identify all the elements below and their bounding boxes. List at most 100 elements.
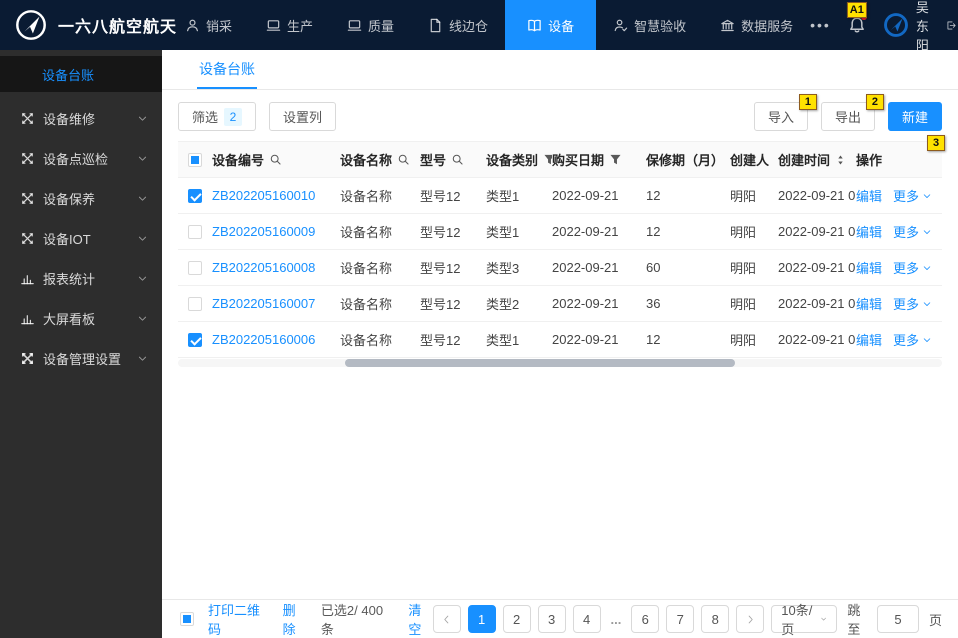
more-menu-icon[interactable]: •••: [810, 17, 831, 33]
set-columns-button[interactable]: 设置列: [269, 102, 337, 131]
sidebar-item-device-ledger[interactable]: 设备台账: [0, 56, 162, 92]
row-checkbox[interactable]: [178, 332, 212, 347]
edit-link[interactable]: 编辑: [856, 186, 882, 205]
user-menu[interactable]: 吴东阳: [883, 0, 929, 54]
nav-item-smart-acceptance[interactable]: 智慧验收: [596, 0, 703, 50]
export-button[interactable]: 导出 2: [820, 94, 884, 131]
device-no-link[interactable]: ZB202205160007: [212, 296, 315, 311]
nav-item-line-warehouse[interactable]: 线边仓: [411, 0, 505, 50]
logout-button[interactable]: 退出: [946, 6, 958, 44]
sidebar-item-dashboard[interactable]: 大屏看板: [0, 298, 162, 338]
filter-icon[interactable]: [543, 153, 552, 166]
category-cell: 类型2: [486, 297, 520, 312]
edit-link[interactable]: 编辑: [856, 330, 882, 349]
chevron-down-icon: [923, 301, 931, 306]
page-button-1[interactable]: 1: [467, 605, 496, 633]
crossed-tools-icon: [22, 152, 33, 164]
annotation-badge-a1: A1: [846, 2, 867, 18]
more-link[interactable]: 更多: [893, 258, 932, 277]
laptop-icon: [347, 19, 362, 31]
page-button-4[interactable]: 4: [572, 605, 601, 633]
selected-count-text: 已选2/ 400 条: [320, 603, 384, 637]
horizontal-scrollbar: [178, 359, 942, 367]
table-footer: 打印二维码 删除 已选2/ 400 条 清空 1 2 3 4 ... 6 7 8…: [162, 599, 958, 638]
column-header-create-time[interactable]: 创建时间: [778, 150, 856, 169]
more-link[interactable]: 更多: [893, 222, 932, 241]
crossed-tools-icon: [22, 112, 33, 124]
column-header-model[interactable]: 型号: [420, 150, 486, 169]
select-all-checkbox[interactable]: [178, 152, 212, 167]
column-header-buy-date[interactable]: 购买日期: [552, 150, 646, 169]
tab-device-ledger[interactable]: 设备台账: [197, 50, 257, 89]
more-link[interactable]: 更多: [893, 330, 932, 349]
creator-cell: 明阳: [730, 333, 757, 348]
category-cell: 类型3: [486, 261, 520, 276]
settings-tools-icon: [22, 352, 33, 364]
print-qrcode-link[interactable]: 打印二维码: [208, 600, 269, 638]
sidebar-item-device-settings[interactable]: 设备管理设置: [0, 338, 162, 378]
filter-icon[interactable]: [609, 153, 622, 166]
sort-icon[interactable]: [835, 153, 846, 167]
main-content: 设备台账 筛选 2 设置列 导入 1 导出 2 新建 3 设备编号 设备名称 型…: [162, 50, 958, 638]
page-button-7[interactable]: 7: [666, 605, 695, 633]
nav-item-equipment[interactable]: 设备: [505, 0, 597, 50]
footer-select-checkbox[interactable]: [180, 612, 194, 626]
avatar: [883, 12, 909, 38]
search-icon[interactable]: [451, 153, 464, 166]
notification-bell-icon[interactable]: A1: [846, 2, 867, 34]
sidebar-item-device-maintenance[interactable]: 设备保养: [0, 178, 162, 218]
device-no-link[interactable]: ZB202205160010: [212, 188, 315, 203]
clear-selection-link[interactable]: 清空: [408, 600, 432, 638]
filter-button[interactable]: 筛选 2: [178, 102, 257, 131]
delete-link[interactable]: 删除: [283, 600, 307, 638]
edit-link[interactable]: 编辑: [856, 222, 882, 241]
sidebar-item-device-repair[interactable]: 设备维修: [0, 98, 162, 138]
device-name-cell: 设备名称: [340, 261, 393, 276]
chevron-down-icon: [137, 153, 148, 164]
row-checkbox[interactable]: [178, 296, 212, 311]
column-header-category[interactable]: 设备类别: [486, 150, 552, 169]
sidebar-item-report-stats[interactable]: 报表统计: [0, 258, 162, 298]
pagination-ellipsis: ...: [610, 611, 622, 627]
nav-item-production[interactable]: 生产: [249, 0, 330, 50]
jump-page-input[interactable]: [876, 605, 919, 633]
search-icon[interactable]: [397, 153, 410, 166]
row-checkbox[interactable]: [178, 260, 212, 275]
creator-cell: 明阳: [730, 189, 757, 204]
search-icon[interactable]: [269, 153, 282, 166]
device-no-link[interactable]: ZB202205160009: [212, 224, 315, 239]
prev-page-button[interactable]: [432, 605, 461, 633]
edit-link[interactable]: 编辑: [856, 258, 882, 277]
next-page-button[interactable]: [736, 605, 765, 633]
more-link[interactable]: 更多: [893, 186, 932, 205]
page-size-select[interactable]: 10条/页: [771, 603, 838, 637]
page-button-8[interactable]: 8: [701, 605, 730, 633]
nav-item-sales[interactable]: 销采: [168, 0, 249, 50]
row-checkbox[interactable]: [178, 224, 212, 239]
scrollbar-thumb[interactable]: [345, 359, 735, 367]
user-check-icon: [614, 19, 628, 31]
import-button[interactable]: 导入 1: [753, 94, 817, 131]
row-checkbox[interactable]: [178, 188, 212, 203]
device-no-link[interactable]: ZB202205160006: [212, 332, 315, 347]
more-link[interactable]: 更多: [893, 294, 932, 313]
page-button-3[interactable]: 3: [537, 605, 566, 633]
page-button-2[interactable]: 2: [502, 605, 531, 633]
buy-date-cell: 2022-09-21: [552, 296, 619, 311]
model-cell: 型号12: [420, 333, 461, 348]
table-row: ZB202205160009 设备名称 型号12 类型1 2022-09-21 …: [178, 214, 942, 250]
sidebar-item-device-inspection[interactable]: 设备点巡检: [0, 138, 162, 178]
model-cell: 型号12: [420, 225, 461, 240]
sidebar-item-device-iot[interactable]: 设备IOT: [0, 218, 162, 258]
column-header-device-name[interactable]: 设备名称: [340, 150, 420, 169]
create-button[interactable]: 新建 3: [887, 102, 945, 151]
nav-item-quality[interactable]: 质量: [330, 0, 411, 50]
column-header-device-no[interactable]: 设备编号: [212, 150, 340, 169]
buy-date-cell: 2022-09-21: [552, 332, 619, 347]
pagination: 1 2 3 4 ... 6 7 8 10条/页 跳至 页: [432, 600, 945, 638]
nav-item-data-service[interactable]: 数据服务: [703, 0, 810, 50]
page-button-6[interactable]: 6: [631, 605, 660, 633]
edit-link[interactable]: 编辑: [856, 294, 882, 313]
model-cell: 型号12: [420, 297, 461, 312]
device-no-link[interactable]: ZB202205160008: [212, 260, 315, 275]
